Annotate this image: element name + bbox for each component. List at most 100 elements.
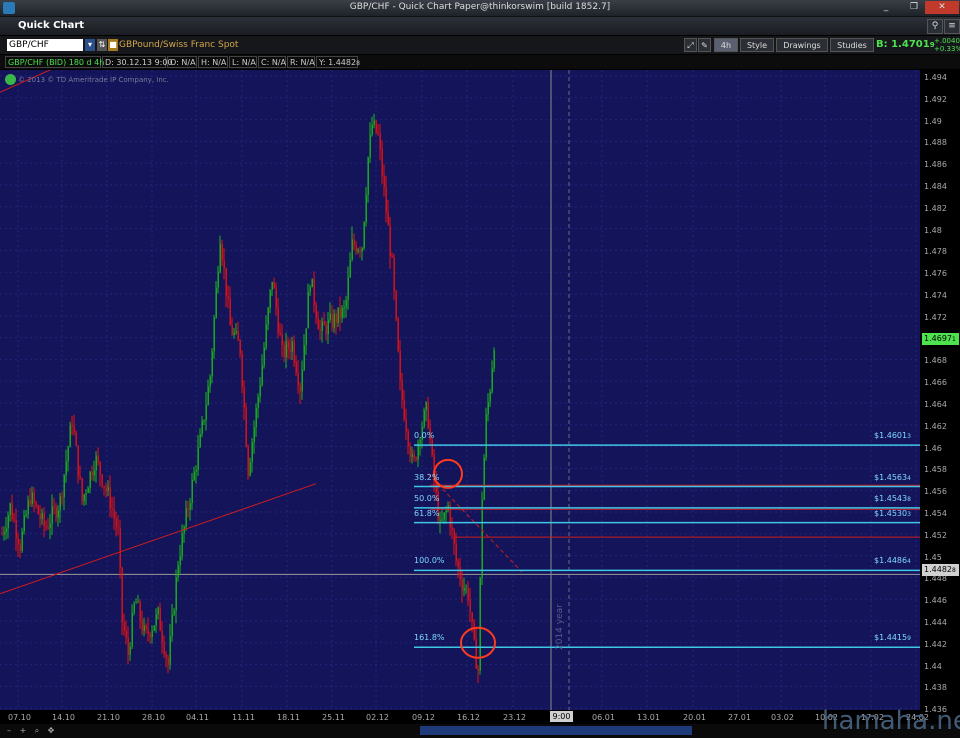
candle-body (201, 420, 203, 435)
price-axis-label: 1.474 (924, 291, 947, 300)
wrench-icon[interactable]: ✎ (698, 38, 711, 52)
price-axis-label: 1.456 (924, 487, 947, 497)
high-value: H: N/A (198, 56, 228, 68)
candle-body (395, 291, 397, 319)
candle-body (169, 636, 171, 665)
candle-body (181, 533, 183, 557)
candle-body (229, 298, 231, 326)
close-icon[interactable]: ✕ (925, 1, 959, 14)
price-axis-label: 1.438 (924, 683, 947, 693)
menu-icon[interactable]: ≡ (944, 19, 960, 34)
candle-body (331, 313, 333, 328)
candle-body (119, 528, 121, 568)
time-axis-label: 14.10 (52, 713, 75, 722)
timeframe-button[interactable]: 4h (714, 38, 738, 52)
candle-body (415, 457, 417, 460)
price-chart[interactable] (0, 70, 920, 710)
candle-body (317, 317, 319, 330)
drawings-button[interactable]: Drawings (776, 38, 828, 52)
last-price: 1.4697 (924, 334, 952, 343)
candle-body (469, 600, 471, 613)
zoom-out-icon[interactable]: – (4, 725, 14, 736)
time-axis-label: 03.02 (771, 713, 794, 722)
candle-body (455, 543, 457, 561)
candle-body (179, 556, 181, 566)
candle-body (425, 402, 427, 411)
drawings-label: Drawings (783, 41, 821, 50)
candle-body (391, 255, 393, 258)
candle-body (335, 313, 337, 323)
candle-body (357, 250, 359, 252)
symbol-dropdown-icon[interactable]: ▾ (85, 39, 95, 51)
y-value-main: Y: 1.4482 (319, 58, 357, 67)
fib-level-label: 50.0% (414, 494, 440, 503)
candle-body (457, 560, 459, 568)
price-axis-label: 1.494 (924, 73, 947, 82)
candle-body (459, 567, 461, 580)
candle-body (209, 376, 211, 387)
chart-info-bar: GBP/CHF (BID) 180 d 4h D: 30.12.13 9:00 … (0, 55, 960, 69)
candle-body (343, 307, 345, 309)
candle-body (127, 637, 129, 655)
pin-icon[interactable]: ⚲ (927, 19, 943, 34)
window-title: GBP/CHF - Quick Chart Paper@thinkorswim … (349, 2, 611, 12)
candle-body (97, 455, 99, 462)
cursor-icon[interactable]: ✥ (46, 725, 56, 736)
candle-body (349, 259, 351, 278)
candle-body (147, 629, 149, 634)
symbol-input[interactable]: GBP/CHF (7, 39, 83, 51)
candle-body (359, 250, 361, 252)
price-axis-label: 1.458 (924, 465, 947, 475)
candle-body (19, 544, 21, 551)
candle-body (467, 587, 469, 601)
candle-body (225, 267, 227, 297)
expand-icon[interactable]: ⤢ (684, 38, 697, 52)
candle-body (37, 505, 39, 515)
candle-body (431, 439, 433, 455)
candle-body (163, 642, 165, 655)
cursor-price-badge: 1.44828 (922, 564, 959, 576)
style-button[interactable]: Style (740, 38, 774, 52)
candle-body (173, 610, 175, 615)
time-axis-label: 09.12 (412, 713, 435, 722)
candle-body (387, 212, 389, 226)
candle-body (287, 341, 289, 350)
candle-body (149, 633, 151, 638)
candle-body (153, 625, 155, 631)
candle-body (23, 515, 25, 532)
candle-body (293, 341, 295, 362)
candle-body (129, 646, 131, 655)
candle-body (73, 426, 75, 433)
candle-body (75, 432, 77, 446)
candle-body (1, 533, 3, 535)
time-scrollbar[interactable] (420, 726, 692, 735)
status-globe-icon[interactable] (5, 74, 16, 85)
fib-price-label: $1.45438 (874, 494, 911, 503)
price-axis-label: 1.454 (924, 509, 947, 518)
candle-body (403, 399, 405, 420)
candle-body (107, 487, 109, 491)
candle-body (311, 278, 313, 288)
candle-body (193, 471, 195, 480)
close-value: C: N/A (258, 56, 286, 68)
symbol-lookup-icon[interactable]: ⇅ (97, 39, 107, 51)
candle-body (439, 519, 441, 521)
fib-price: $1.4530 (874, 509, 908, 518)
price-axis-label: 1.468 (924, 356, 947, 366)
candle-body (109, 487, 111, 509)
candle-body (443, 512, 445, 520)
fib-price: $1.4486 (874, 556, 908, 565)
candle-body (367, 157, 369, 195)
study-descriptor[interactable]: GBP/CHF (BID) 180 d 4h (5, 56, 104, 68)
chart-canvas[interactable] (0, 70, 920, 710)
studies-button[interactable]: Studies (830, 38, 874, 52)
candle-body (363, 222, 365, 249)
zoom-in-icon[interactable]: + (18, 725, 28, 736)
watermark: hamaha.net (822, 706, 960, 736)
maximize-icon[interactable]: ❐ (903, 1, 925, 14)
cursor-time-badge: 9:00 (550, 711, 573, 722)
y-value: Y: 1.44828 (316, 56, 360, 68)
magnifier-icon[interactable]: ⌕ (32, 725, 42, 736)
last-price-badge: 1.46971 (922, 333, 959, 345)
minimize-icon[interactable]: _ (875, 1, 897, 14)
